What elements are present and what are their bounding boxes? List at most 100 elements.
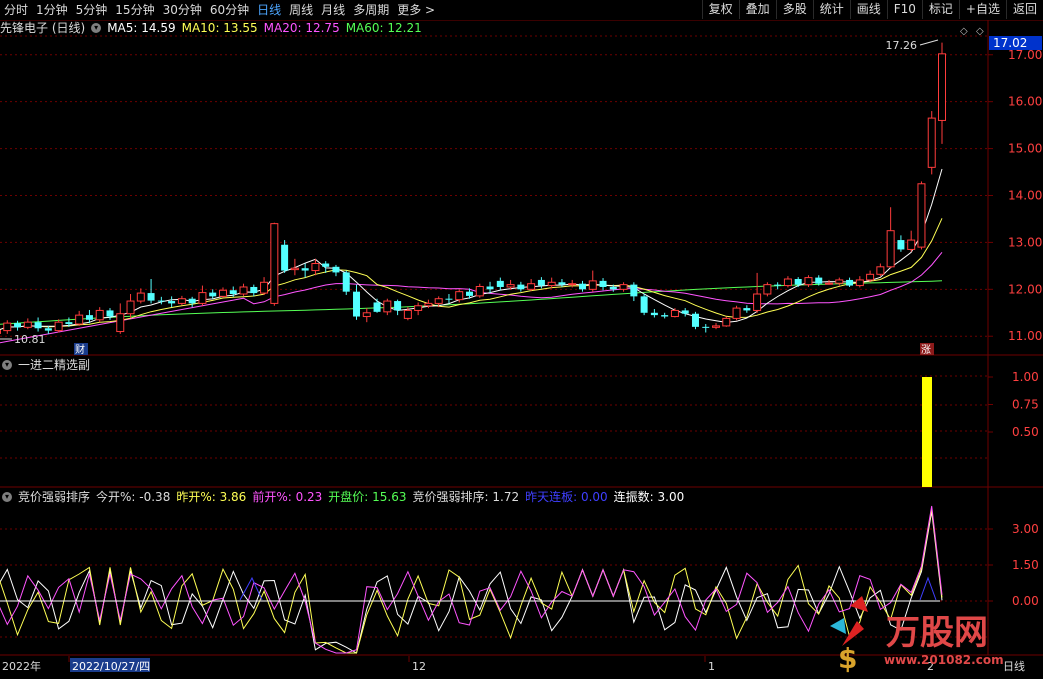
sub1-y-tick-1: 0.75 [1012, 398, 1039, 412]
watermark-dollar-icon: $ [838, 642, 857, 675]
candle-body-5 [44, 328, 52, 331]
candle-body-75 [763, 284, 772, 295]
sub2-y-tick-0: 3.00 [1012, 522, 1039, 536]
candle-body-78 [794, 279, 802, 285]
candle-body-64 [650, 312, 658, 316]
time-label-2: 12 [412, 660, 426, 673]
candle-body-56 [568, 283, 577, 286]
candle-body-1 [3, 322, 12, 332]
candle-body-3 [23, 321, 32, 328]
ma5-line [0, 168, 943, 331]
main-y-tick-3: 14.00 [1008, 189, 1042, 203]
candle-body-28 [281, 244, 289, 271]
oscillator-line-2 [0, 505, 943, 654]
watermark-site: 万股网 [886, 613, 988, 653]
candle-body-84 [855, 279, 864, 287]
candle-body-34 [342, 272, 350, 292]
candle-body-17 [168, 301, 176, 304]
candle-body-11 [106, 310, 114, 317]
candle-body-83 [846, 279, 854, 286]
candle-body-77 [783, 278, 792, 287]
candle-body-57 [578, 283, 586, 290]
candle-body-66 [670, 309, 679, 318]
candle-body-25 [250, 286, 258, 294]
candle-body-90 [917, 183, 926, 248]
candle-body-54 [547, 281, 556, 287]
candle-body-86 [876, 266, 885, 275]
candle-body-37 [373, 302, 381, 312]
candle-body-19 [188, 298, 196, 304]
candle-body-7 [65, 322, 73, 325]
candle-body-29 [290, 267, 299, 271]
candle-body-67 [681, 310, 689, 314]
candle-body-62 [630, 284, 638, 297]
price-badge: 17.02 [993, 36, 1027, 50]
candle-body-2 [14, 323, 22, 328]
candle-body-14 [136, 292, 145, 302]
candle-body-87 [886, 230, 895, 268]
watermark-arrow-icon [830, 618, 846, 634]
candle-body-42 [424, 302, 433, 307]
candle-body-9 [85, 315, 93, 320]
candle-body-59 [599, 280, 607, 287]
candle-body-92 [938, 53, 946, 121]
candle-body-89 [907, 239, 916, 250]
candle-body-76 [774, 284, 782, 286]
diamond-icon: ◇ [960, 26, 968, 37]
candle-body-21 [209, 292, 217, 297]
candle-body-8 [75, 314, 84, 325]
candle-body-38 [383, 300, 392, 313]
candle-body-15 [147, 293, 155, 301]
candle-body-61 [619, 284, 628, 290]
candle-body-43 [434, 298, 443, 304]
candle-body-16 [157, 300, 165, 302]
candle-body-51 [517, 284, 525, 290]
candle-body-48 [486, 286, 494, 290]
candle-body-50 [506, 284, 515, 288]
candle-body-74 [753, 293, 762, 311]
candle-body-20 [198, 292, 207, 304]
candle-body-82 [835, 279, 844, 284]
sub1-y-tick-0: 1.00 [1012, 370, 1039, 384]
candle-body-22 [218, 289, 227, 297]
candle-body-23 [229, 290, 237, 295]
candle-body-13 [126, 300, 135, 315]
time-label-3: 1 [708, 660, 715, 673]
candle-body-80 [815, 277, 823, 284]
candle-body-27 [270, 223, 279, 304]
candle-body-10 [95, 309, 104, 321]
candle-body-60 [609, 286, 617, 290]
candle-body-91 [927, 117, 936, 168]
candle-body-49 [496, 280, 504, 287]
kline-chart[interactable]: 17.0016.0015.0014.0013.0012.0011.0017.02… [0, 0, 1043, 677]
candle-body-85 [866, 273, 875, 281]
candle-body-72 [732, 307, 741, 319]
candle-body-6 [54, 321, 63, 332]
candle-body-79 [804, 277, 813, 286]
signal-bar [922, 377, 932, 487]
candle-body-44 [445, 298, 453, 300]
main-y-tick-2: 15.00 [1008, 142, 1042, 156]
candle-body-45 [455, 291, 464, 301]
candle-body-73 [743, 308, 751, 311]
candle-body-88 [897, 240, 905, 250]
time-label-1: 2022/10/27/四 [72, 660, 150, 673]
candle-body-24 [239, 286, 248, 295]
candle-body-53 [537, 279, 545, 286]
watermark: $ 万股网 www.201082.com [822, 596, 1032, 676]
blue-series-line [239, 576, 263, 601]
candle-body-36 [362, 312, 371, 318]
diamond-icon-2: ◇ [976, 26, 984, 37]
candle-body-65 [661, 315, 669, 317]
candle-body-0 [0, 330, 1, 334]
candle-body-32 [322, 263, 330, 267]
candle-body-55 [558, 282, 566, 285]
sub1-y-tick-2: 0.50 [1012, 425, 1039, 439]
candle-body-26 [260, 281, 269, 294]
candle-body-47 [475, 286, 484, 297]
candle-body-52 [527, 283, 536, 290]
candle-body-81 [825, 282, 834, 285]
oscillator-line-0 [0, 511, 943, 654]
main-y-tick-6: 11.00 [1008, 329, 1042, 343]
candle-body-70 [712, 325, 721, 328]
